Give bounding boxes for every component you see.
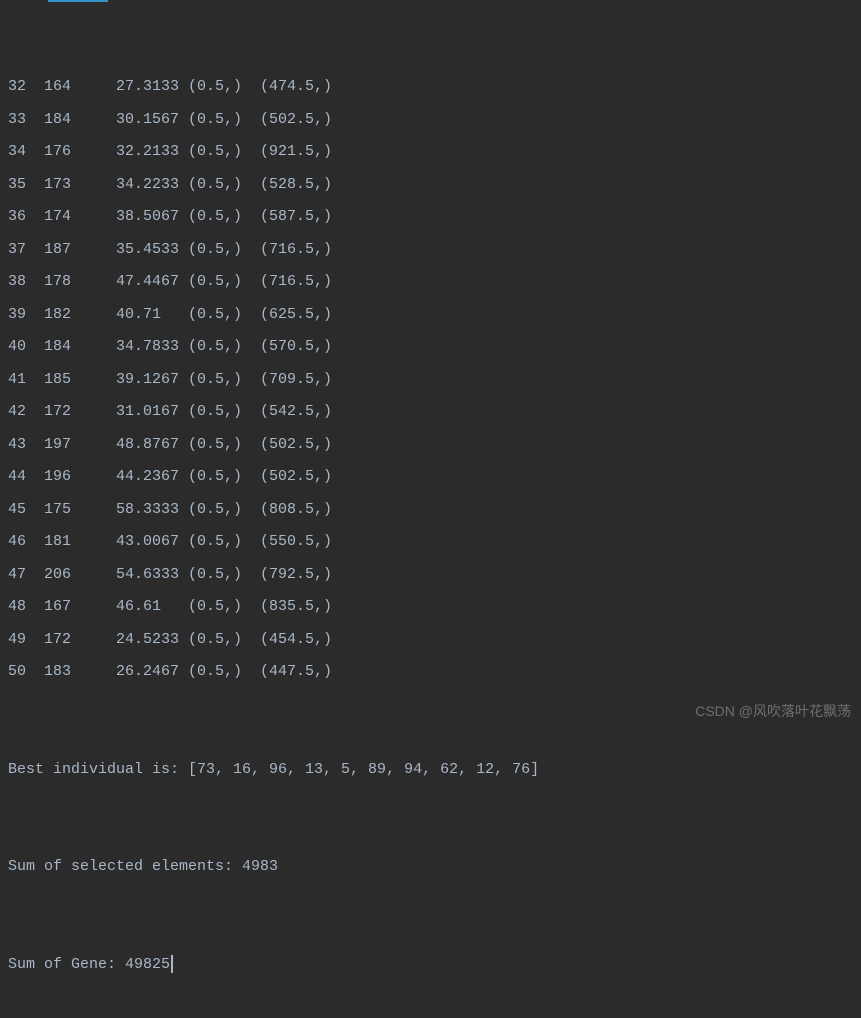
sum-selected-value: 4983 xyxy=(242,858,278,875)
sum-gene-value: 49825 xyxy=(125,956,170,973)
table-row: 38 178 47.4467 (0.5,) (716.5,) xyxy=(8,266,853,299)
table-row: 40 184 34.7833 (0.5,) (570.5,) xyxy=(8,331,853,364)
terminal-output[interactable]: 32 164 27.3133 (0.5,) (474.5,)33 184 30.… xyxy=(0,2,861,1018)
table-row: 47 206 54.6333 (0.5,) (792.5,) xyxy=(8,559,853,592)
sum-gene-label: Sum of Gene: xyxy=(8,956,125,973)
table-row: 42 172 31.0167 (0.5,) (542.5,) xyxy=(8,396,853,429)
best-value: [73, 16, 96, 13, 5, 89, 94, 62, 12, 76] xyxy=(188,761,539,778)
table-row: 35 173 34.2233 (0.5,) (528.5,) xyxy=(8,169,853,202)
table-row: 49 172 24.5233 (0.5,) (454.5,) xyxy=(8,624,853,657)
table-row: 36 174 38.5067 (0.5,) (587.5,) xyxy=(8,201,853,234)
sum-gene-line: Sum of Gene: 49825 xyxy=(8,949,853,982)
text-cursor xyxy=(171,955,173,973)
table-row: 41 185 39.1267 (0.5,) (709.5,) xyxy=(8,364,853,397)
table-row: 33 184 30.1567 (0.5,) (502.5,) xyxy=(8,104,853,137)
table-row: 48 167 46.61 (0.5,) (835.5,) xyxy=(8,591,853,624)
tab-bar xyxy=(0,0,861,2)
table-row: 46 181 43.0067 (0.5,) (550.5,) xyxy=(8,526,853,559)
table-row: 39 182 40.71 (0.5,) (625.5,) xyxy=(8,299,853,332)
sum-selected-line: Sum of selected elements: 4983 xyxy=(8,851,853,884)
sum-selected-label: Sum of selected elements: xyxy=(8,858,242,875)
best-individual-line: Best individual is: [73, 16, 96, 13, 5, … xyxy=(8,754,853,787)
table-row: 37 187 35.4533 (0.5,) (716.5,) xyxy=(8,234,853,267)
table-row: 44 196 44.2367 (0.5,) (502.5,) xyxy=(8,461,853,494)
watermark: CSDN @风吹落叶花飘荡 xyxy=(695,701,851,721)
table-row: 43 197 48.8767 (0.5,) (502.5,) xyxy=(8,429,853,462)
best-label: Best individual is: xyxy=(8,761,188,778)
table-row: 50 183 26.2467 (0.5,) (447.5,) xyxy=(8,656,853,689)
table-row: 32 164 27.3133 (0.5,) (474.5,) xyxy=(8,71,853,104)
active-tab-indicator xyxy=(48,0,108,2)
table-row: 45 175 58.3333 (0.5,) (808.5,) xyxy=(8,494,853,527)
table-row: 34 176 32.2133 (0.5,) (921.5,) xyxy=(8,136,853,169)
